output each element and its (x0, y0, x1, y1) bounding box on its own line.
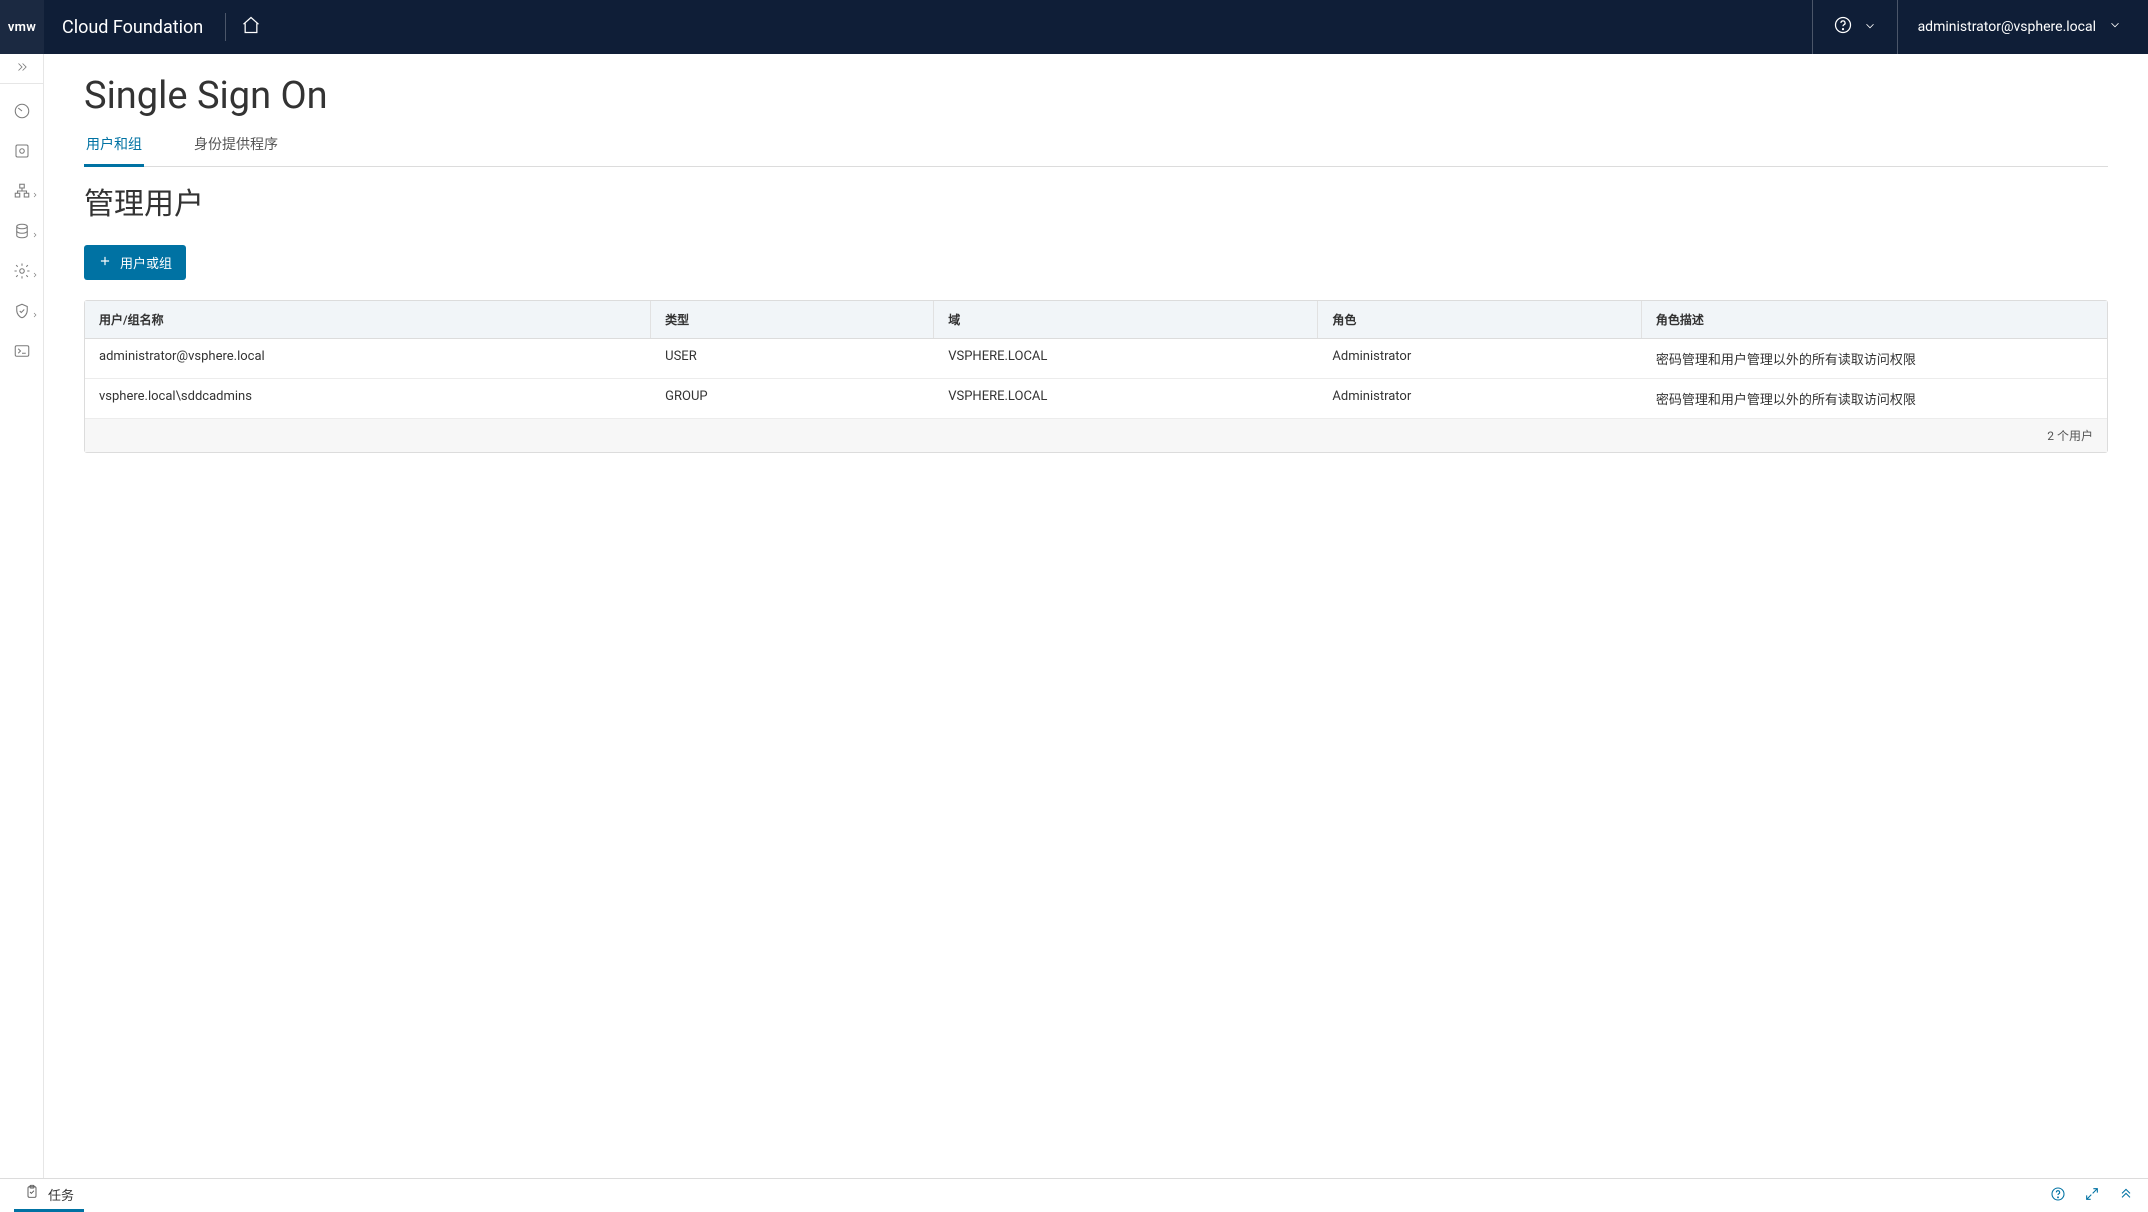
col-header-desc[interactable]: 角色描述 (1642, 301, 2107, 338)
help-icon[interactable] (2050, 1186, 2066, 1206)
product-name: Cloud Foundation (44, 17, 225, 38)
gear-icon (13, 262, 31, 284)
user-dropdown[interactable]: administrator@vsphere.local (1897, 0, 2132, 54)
double-chevron-right-icon (15, 59, 29, 78)
collapse-up-icon[interactable] (2118, 1186, 2134, 1206)
cell-role: Administrator (1318, 379, 1642, 414)
help-icon (1833, 15, 1853, 39)
home-button[interactable] (226, 0, 276, 54)
users-table: 用户/组名称 类型 域 角色 角色描述 administrator@vspher… (84, 300, 2108, 453)
cell-name: vsphere.local\sddcadmins (85, 379, 651, 414)
col-header-type[interactable]: 类型 (651, 301, 934, 338)
inventory-icon (13, 142, 31, 164)
tasks-tab[interactable]: 任务 (14, 1179, 84, 1212)
add-user-group-button[interactable]: 用户或组 (84, 245, 186, 280)
database-icon (13, 222, 31, 244)
bottom-bar-right (2050, 1186, 2134, 1206)
table-row[interactable]: vsphere.local\sddcadmins GROUP VSPHERE.L… (85, 379, 2107, 419)
table-header: 用户/组名称 类型 域 角色 角色描述 (85, 301, 2107, 339)
tasks-label: 任务 (48, 1185, 74, 1204)
chevron-right-icon (31, 224, 39, 243)
sidebar-expand-button[interactable] (0, 54, 43, 84)
user-label: administrator@vsphere.local (1918, 19, 2096, 35)
chevron-right-icon (31, 304, 39, 323)
col-header-role[interactable]: 角色 (1318, 301, 1642, 338)
vmw-logo: vmw (0, 0, 44, 54)
top-bar: vmw Cloud Foundation administrator@vsphe… (0, 0, 2148, 54)
tab-identity-providers[interactable]: 身份提供程序 (192, 124, 280, 167)
nav-security[interactable] (0, 302, 43, 324)
top-bar-right: administrator@vsphere.local (1812, 0, 2132, 54)
cell-domain: VSPHERE.LOCAL (934, 379, 1318, 414)
nav-hierarchy[interactable] (0, 182, 43, 204)
gauge-icon (13, 102, 31, 124)
bottom-bar: 任务 (0, 1178, 2148, 1212)
top-bar-left: vmw Cloud Foundation (0, 0, 276, 54)
plus-icon (98, 254, 112, 272)
cell-role: Administrator (1318, 339, 1642, 374)
cell-domain: VSPHERE.LOCAL (934, 339, 1318, 374)
body: Single Sign On 用户和组 身份提供程序 管理用户 用户或组 用户/… (0, 54, 2148, 1178)
section-title: 管理用户 (84, 179, 2108, 223)
shield-icon (13, 302, 31, 324)
terminal-icon (13, 342, 31, 364)
col-header-name[interactable]: 用户/组名称 (85, 301, 651, 338)
main-content: Single Sign On 用户和组 身份提供程序 管理用户 用户或组 用户/… (44, 54, 2148, 1178)
cell-type: USER (651, 339, 934, 374)
cell-name: administrator@vsphere.local (85, 339, 651, 374)
page-title: Single Sign On (84, 74, 2108, 118)
sidebar-nav (0, 84, 43, 364)
nav-dashboard[interactable] (0, 102, 43, 124)
chevron-down-icon (1863, 18, 1877, 37)
help-dropdown[interactable] (1812, 0, 1897, 54)
chevron-right-icon (31, 264, 39, 283)
home-icon (241, 15, 261, 39)
clipboard-icon (24, 1184, 40, 1204)
nav-settings[interactable] (0, 262, 43, 284)
chevron-down-icon (2108, 18, 2122, 36)
cell-type: GROUP (651, 379, 934, 414)
nav-storage[interactable] (0, 222, 43, 244)
expand-icon[interactable] (2084, 1186, 2100, 1206)
sidebar (0, 54, 44, 1178)
cell-desc: 密码管理和用户管理以外的所有读取访问权限 (1642, 379, 2107, 418)
cell-desc: 密码管理和用户管理以外的所有读取访问权限 (1642, 339, 2107, 378)
table-row[interactable]: administrator@vsphere.local USER VSPHERE… (85, 339, 2107, 379)
tab-users-groups[interactable]: 用户和组 (84, 124, 144, 167)
chevron-right-icon (31, 184, 39, 203)
col-header-domain[interactable]: 域 (934, 301, 1318, 338)
nav-inventory[interactable] (0, 142, 43, 164)
tree-icon (13, 182, 31, 204)
add-button-label: 用户或组 (120, 253, 172, 272)
table-footer: 2 个用户 (85, 419, 2107, 452)
nav-developer[interactable] (0, 342, 43, 364)
tabs: 用户和组 身份提供程序 (84, 124, 2108, 167)
